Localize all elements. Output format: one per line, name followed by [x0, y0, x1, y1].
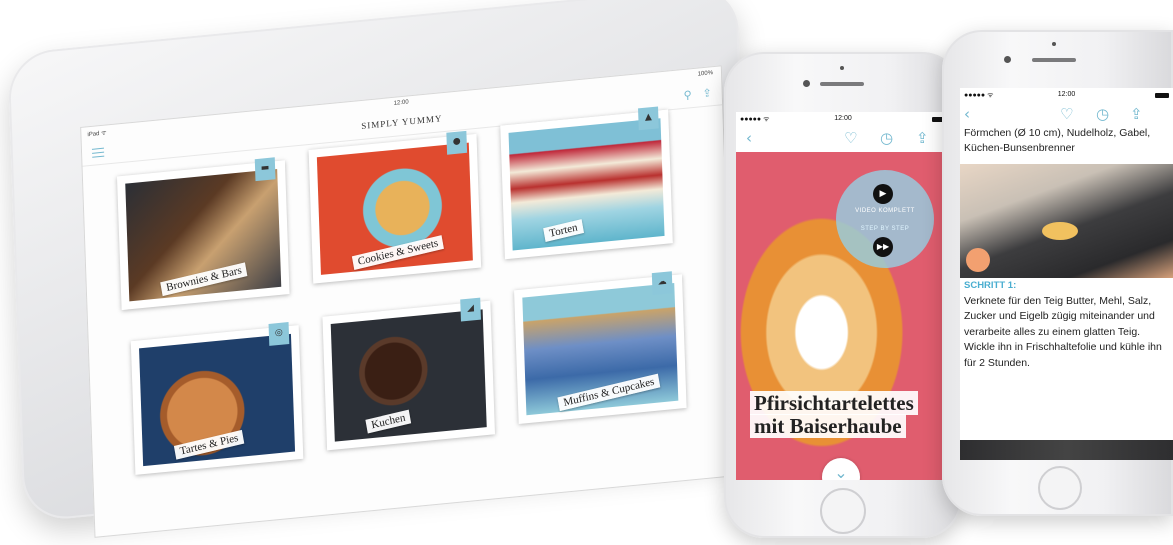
back-chevron-icon[interactable]: ‹	[746, 129, 752, 147]
phone1-screen: ●●●●● ᯤ 12:00 ‹ ♡ ◷ ⇪ ▶ VIDEO KOMPLETT S…	[736, 112, 950, 480]
share-icon[interactable]: ⇪	[702, 86, 712, 100]
ipad-frame: iPad ᯤ 12:00 100% SIMPLY YUMMY ⚲ ⇪ ▬ Bro…	[7, 0, 754, 538]
share-icon[interactable]: ⇪	[916, 129, 929, 147]
speaker	[1032, 58, 1076, 62]
phone1-home-button[interactable]	[820, 488, 866, 534]
step-heading: SCHRITT 1:	[964, 280, 1017, 291]
category-tile-torten[interactable]: ▲ Torten	[500, 106, 673, 260]
play-icon[interactable]: ▶	[873, 184, 893, 204]
phone2-nav-bar: ‹ ♡ ◷ ⇪	[960, 102, 1173, 123]
timer-icon[interactable]: ◷	[1096, 105, 1109, 123]
ipad-screen: iPad ᯤ 12:00 100% SIMPLY YUMMY ⚲ ⇪ ▬ Bro…	[80, 65, 737, 538]
iphone-recipe-steps: ●●●●● ᯤ 12:00 ‹ ♡ ◷ ⇪ Förmchen (Ø 10 cm)…	[942, 30, 1173, 516]
phone1-nav-bar: ‹ ♡ ◷ ⇪	[736, 126, 950, 152]
phone2-time: 12:00	[1057, 91, 1076, 98]
category-tile-tartes[interactable]: ◎ Tartes & Pies	[130, 322, 304, 475]
ipad-device: iPad ᯤ 12:00 100% SIMPLY YUMMY ⚲ ⇪ ▬ Bro…	[6, 0, 765, 538]
category-tile-brownies[interactable]: ▬ Brownies & Bars	[116, 157, 290, 311]
phone2-screen: ●●●●● ᯤ 12:00 ‹ ♡ ◷ ⇪ Förmchen (Ø 10 cm)…	[960, 88, 1173, 460]
speaker	[820, 82, 864, 86]
phone1-status-bar: ●●●●● ᯤ 12:00	[736, 112, 950, 126]
share-icon[interactable]: ⇪	[1130, 105, 1143, 123]
phone2-home-button[interactable]	[1038, 466, 1082, 510]
brownie-icon: ▬	[254, 157, 276, 182]
timer-icon[interactable]: ◷	[880, 129, 893, 147]
recipe-title: Pfirsichtartelettes mit Baiserhaube	[750, 391, 932, 438]
tartelette-photo: ▶ VIDEO KOMPLETT STEP BY STEP ▶▶ Pfirsic…	[736, 152, 950, 480]
dough-ball	[1042, 222, 1078, 240]
peach	[966, 248, 990, 272]
cookie-icon: ●	[446, 130, 468, 155]
iphone-recipe-video: ●●●●● ᯤ 12:00 ‹ ♡ ◷ ⇪ ▶ VIDEO KOMPLETT S…	[724, 52, 962, 538]
search-icon[interactable]: ⚲	[683, 88, 692, 102]
back-chevron-icon[interactable]: ‹	[964, 105, 970, 123]
front-camera	[1004, 56, 1011, 63]
video-options: ▶ VIDEO KOMPLETT STEP BY STEP ▶▶	[836, 170, 934, 268]
fast-forward-icon[interactable]: ▶▶	[873, 237, 893, 257]
cupcake-icon: ☁	[651, 271, 673, 296]
category-tile-cookies[interactable]: ● Cookies & Sweets	[308, 130, 482, 284]
torten-photo	[508, 118, 665, 251]
step-section: SCHRITT 1: Verknete für den Teig Butter,…	[960, 278, 1173, 371]
step-by-step-label[interactable]: STEP BY STEP	[836, 226, 934, 232]
ipad-battery: 100%	[697, 70, 714, 78]
cake-slice-icon: ◢	[460, 297, 481, 322]
chevron-down-icon[interactable]: ⌄	[822, 458, 860, 480]
sensor	[840, 66, 844, 70]
cake-icon: ▲	[638, 106, 659, 131]
heart-icon[interactable]: ♡	[1060, 105, 1073, 123]
video-full-label[interactable]: VIDEO KOMPLETT	[836, 208, 934, 214]
sensor	[1052, 42, 1056, 46]
bottom-photo-strip	[960, 440, 1173, 460]
phone2-status-bar: ●●●●● ᯤ 12:00	[960, 88, 1173, 102]
phone1-time: 12:00	[834, 115, 852, 122]
category-tile-kuchen[interactable]: ◢ Kuchen	[322, 297, 496, 451]
heart-icon[interactable]: ♡	[844, 129, 857, 147]
dough-photo	[960, 164, 1173, 278]
category-tile-muffins[interactable]: ☁ Muffins & Cupcakes	[514, 271, 687, 425]
front-camera	[803, 80, 810, 87]
step-text: Verknete für den Teig Butter, Mehl, Salz…	[964, 294, 1162, 369]
recipe-title-line2: mit Baiserhaube	[750, 414, 906, 438]
recipe-title-line1: Pfirsichtartelettes	[750, 391, 918, 415]
ingredients-text: Förmchen (Ø 10 cm), Nudelholz, Gabel, Kü…	[964, 127, 1151, 154]
pie-icon: ◎	[268, 322, 290, 346]
battery-icon	[1155, 93, 1169, 98]
